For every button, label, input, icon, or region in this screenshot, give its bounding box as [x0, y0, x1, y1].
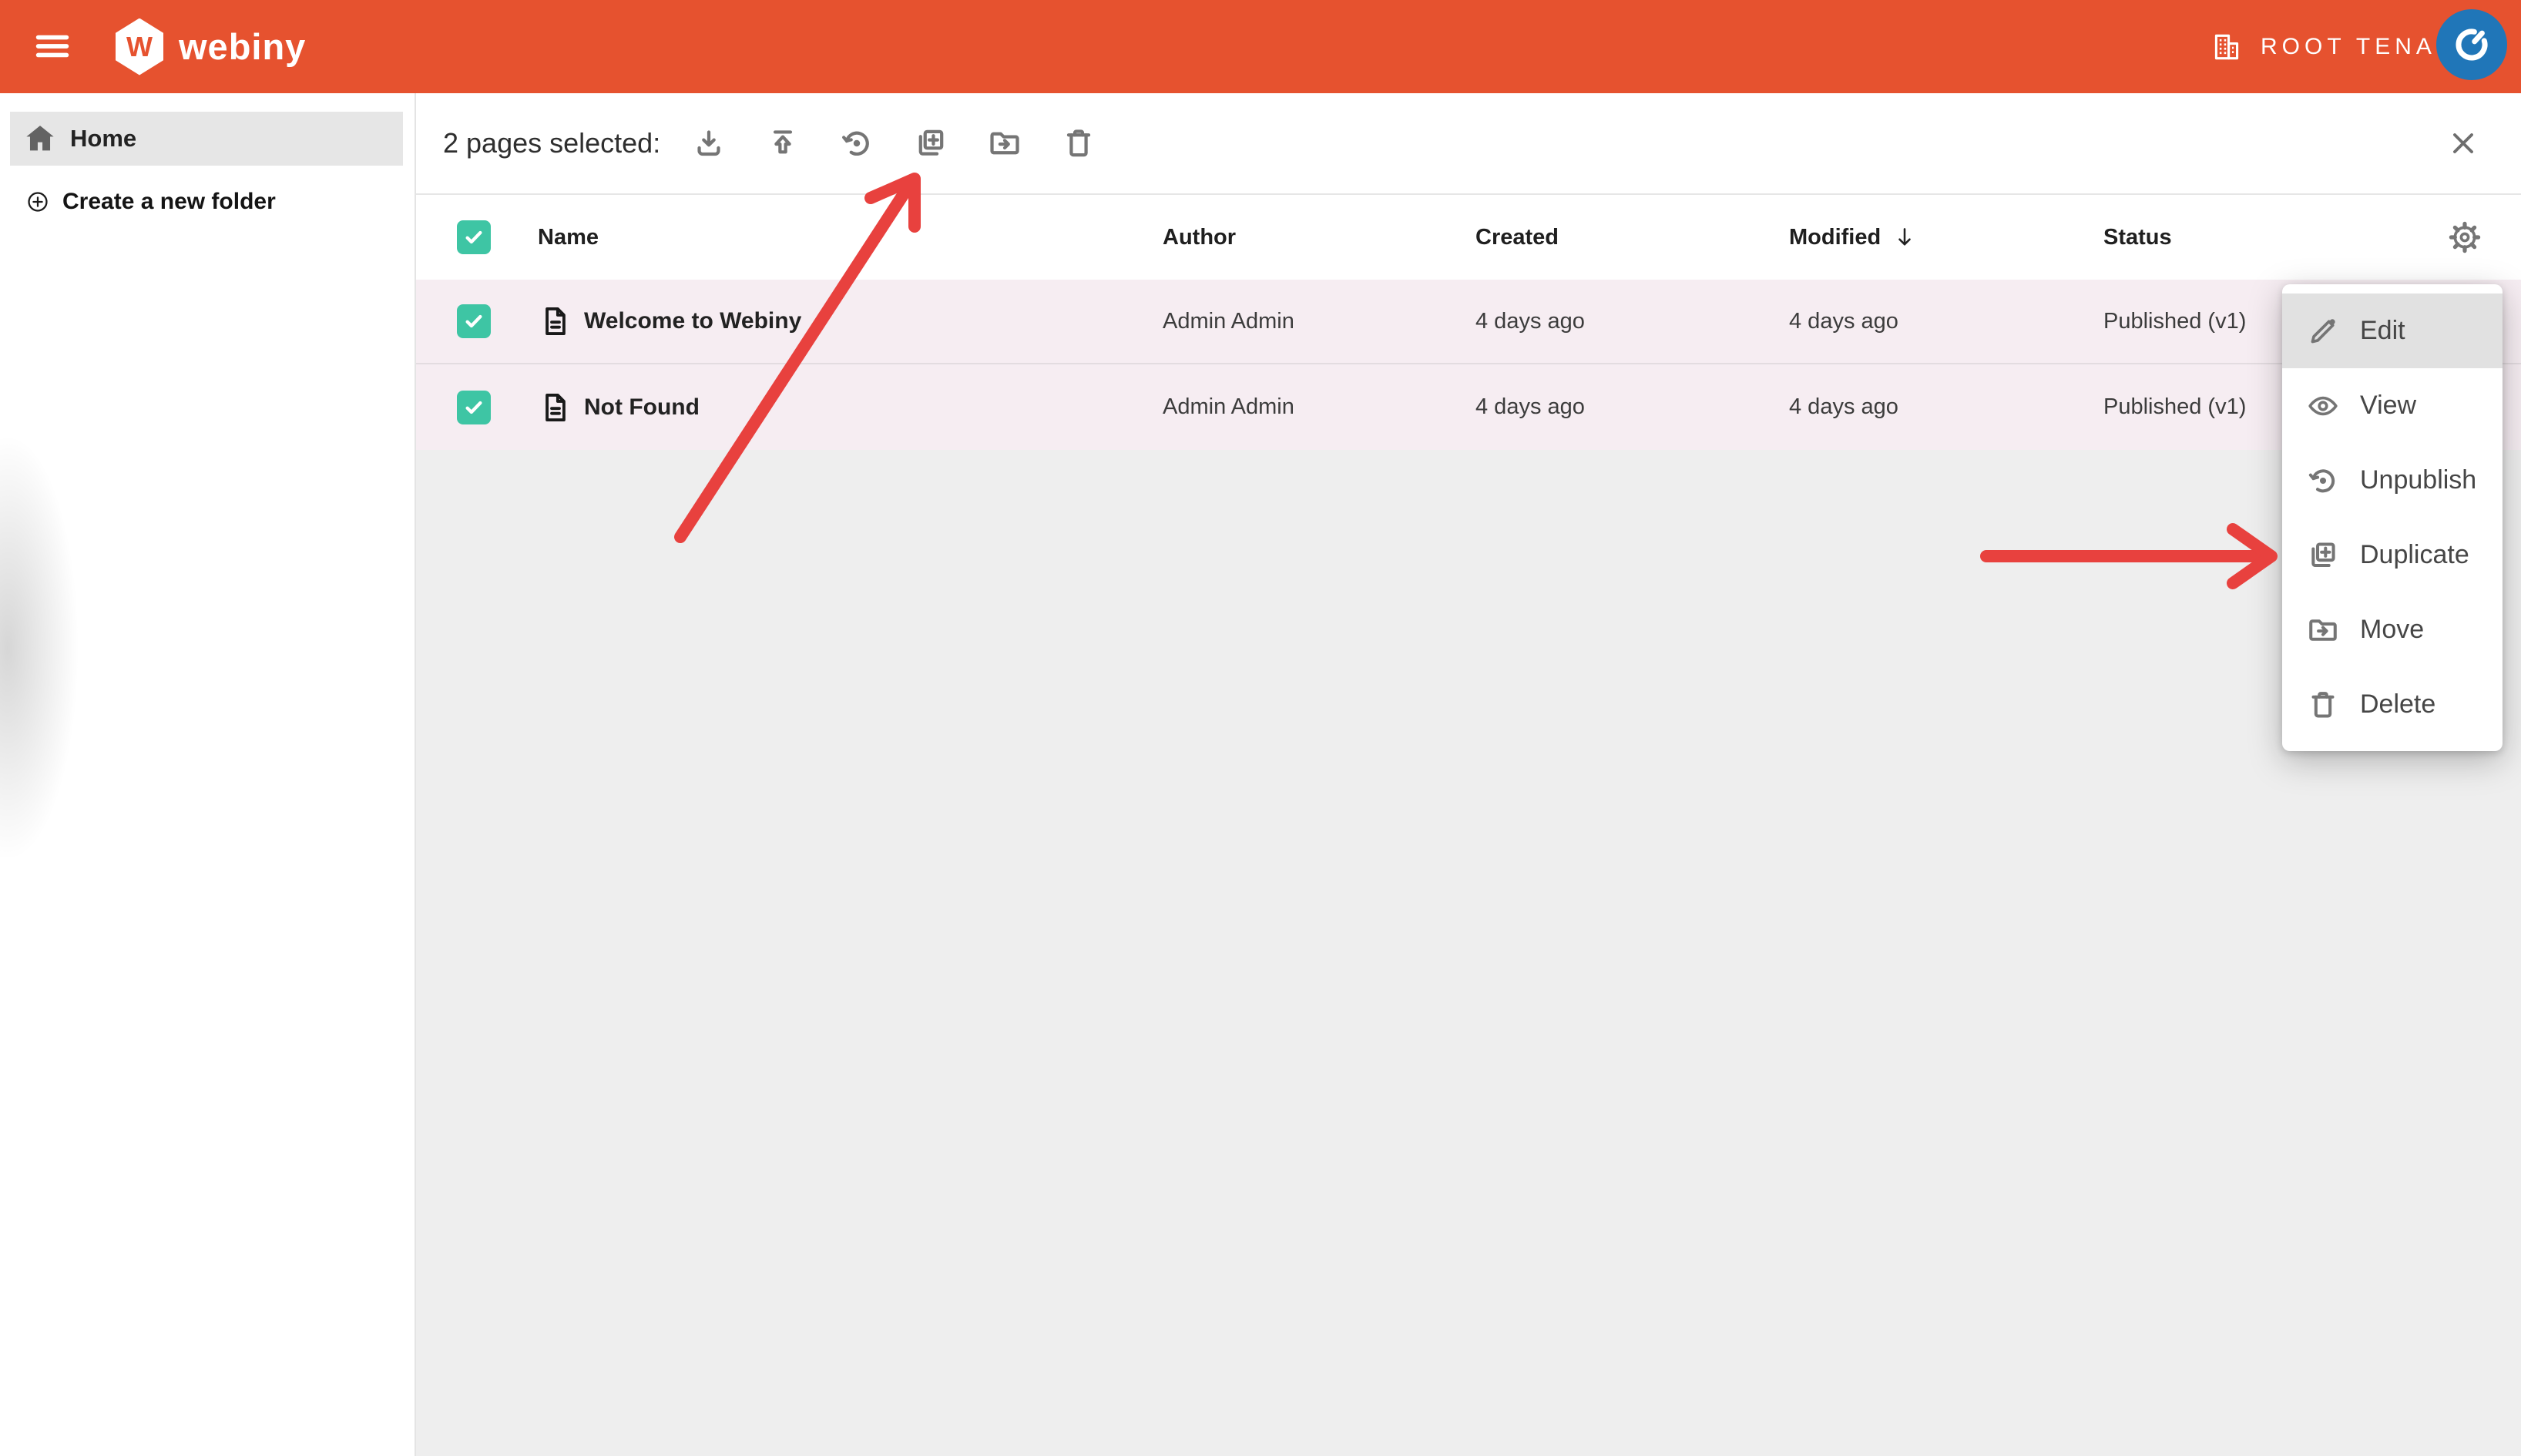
building-icon [2210, 30, 2244, 64]
check-icon [462, 226, 485, 249]
power-icon [2453, 25, 2492, 63]
column-header-modified[interactable]: Modified [1789, 195, 1918, 280]
menu-item-move[interactable]: Move [2282, 592, 2503, 667]
table-row[interactable]: Welcome to Webiny Admin Admin 4 days ago… [416, 280, 2521, 363]
circle-plus-icon [25, 190, 50, 214]
drawer-shadow [0, 417, 85, 879]
column-header-created[interactable]: Created [1475, 195, 1559, 280]
menu-item-label: View [2360, 391, 2416, 421]
row-checkbox[interactable] [457, 304, 491, 338]
page-document-icon [538, 390, 573, 425]
move-icon [2306, 613, 2340, 647]
unpublish-icon [839, 126, 874, 161]
duplicate-button[interactable] [913, 126, 948, 161]
topbar: W webiny ROOT TENANT [0, 0, 2521, 93]
move-icon [987, 126, 1022, 161]
menu-item-duplicate[interactable]: Duplicate [2282, 518, 2503, 592]
create-folder-button[interactable]: Create a new folder [10, 178, 403, 226]
menu-hamburger-icon[interactable] [32, 26, 72, 66]
page-created: 4 days ago [1475, 364, 1585, 450]
home-icon [22, 121, 58, 156]
column-header-author[interactable]: Author [1163, 195, 1236, 280]
page-list: 2 pages selected: [416, 93, 2521, 1456]
pencil-icon [2306, 314, 2340, 348]
webiny-hexagon-icon: W [116, 18, 163, 75]
column-header-status[interactable]: Status [2103, 195, 2172, 280]
page-author: Admin Admin [1163, 280, 1294, 363]
sort-descending-icon [1892, 224, 1918, 250]
create-folder-label: Create a new folder [62, 189, 276, 215]
page-modified: 4 days ago [1789, 364, 1898, 450]
page-modified: 4 days ago [1789, 280, 1898, 363]
gear-icon [2447, 220, 2482, 255]
menu-item-label: Unpublish [2360, 465, 2476, 495]
webiny-page-manager: W webiny ROOT TENANT Home [0, 0, 2521, 1456]
row-actions-menu: Edit View Unpublish Duplicate Move Delet [2282, 284, 2503, 751]
menu-item-label: Duplicate [2360, 540, 2469, 570]
select-all-checkbox[interactable] [457, 220, 491, 254]
menu-item-unpublish[interactable]: Unpublish [2282, 443, 2503, 518]
brand-name: webiny [179, 25, 306, 68]
duplicate-icon [913, 126, 948, 161]
move-button[interactable] [987, 126, 1022, 161]
menu-item-delete[interactable]: Delete [2282, 667, 2503, 742]
menu-item-label: Move [2360, 615, 2424, 645]
duplicate-icon [2306, 538, 2340, 572]
webiny-logo: W webiny [116, 0, 306, 93]
menu-item-view[interactable]: View [2282, 368, 2503, 443]
eye-icon [2306, 389, 2340, 423]
bulk-actions [691, 93, 1096, 193]
user-avatar[interactable] [2436, 9, 2507, 80]
page-status: Published (v1) [2103, 364, 2246, 450]
selection-count-text: 2 pages selected: [443, 93, 660, 193]
table-settings-button[interactable] [2447, 220, 2482, 255]
unpublish-icon [2306, 464, 2340, 498]
publish-icon [765, 126, 801, 161]
menu-item-edit[interactable]: Edit [2282, 294, 2503, 368]
trash-icon [1061, 126, 1096, 161]
check-icon [462, 396, 485, 419]
page-created: 4 days ago [1475, 280, 1585, 363]
delete-button[interactable] [1061, 126, 1096, 161]
sidebar-item-home[interactable]: Home [10, 112, 403, 166]
download-button[interactable] [691, 126, 727, 161]
table-row[interactable]: Not Found Admin Admin 4 days ago 4 days … [416, 363, 2521, 450]
page-title[interactable]: Welcome to Webiny [584, 280, 801, 363]
unpublish-button[interactable] [839, 126, 874, 161]
selection-toolbar: 2 pages selected: [416, 93, 2521, 195]
sidebar-home-label: Home [70, 125, 136, 153]
menu-item-label: Delete [2360, 689, 2435, 720]
close-selection-button[interactable] [2445, 126, 2481, 161]
row-checkbox[interactable] [457, 391, 491, 424]
check-icon [462, 310, 485, 333]
page-document-icon [538, 304, 573, 339]
publish-button[interactable] [765, 126, 801, 161]
page-author: Admin Admin [1163, 364, 1294, 450]
trash-icon [2306, 688, 2340, 722]
close-icon [2446, 126, 2480, 160]
column-header-name[interactable]: Name [538, 195, 599, 280]
folder-sidebar: Home Create a new folder [0, 93, 416, 1456]
page-title[interactable]: Not Found [584, 364, 700, 450]
download-icon [691, 126, 727, 161]
table-header: Name Author Created Modified Status [416, 195, 2521, 280]
page-status: Published (v1) [2103, 280, 2246, 363]
menu-item-label: Edit [2360, 316, 2405, 346]
